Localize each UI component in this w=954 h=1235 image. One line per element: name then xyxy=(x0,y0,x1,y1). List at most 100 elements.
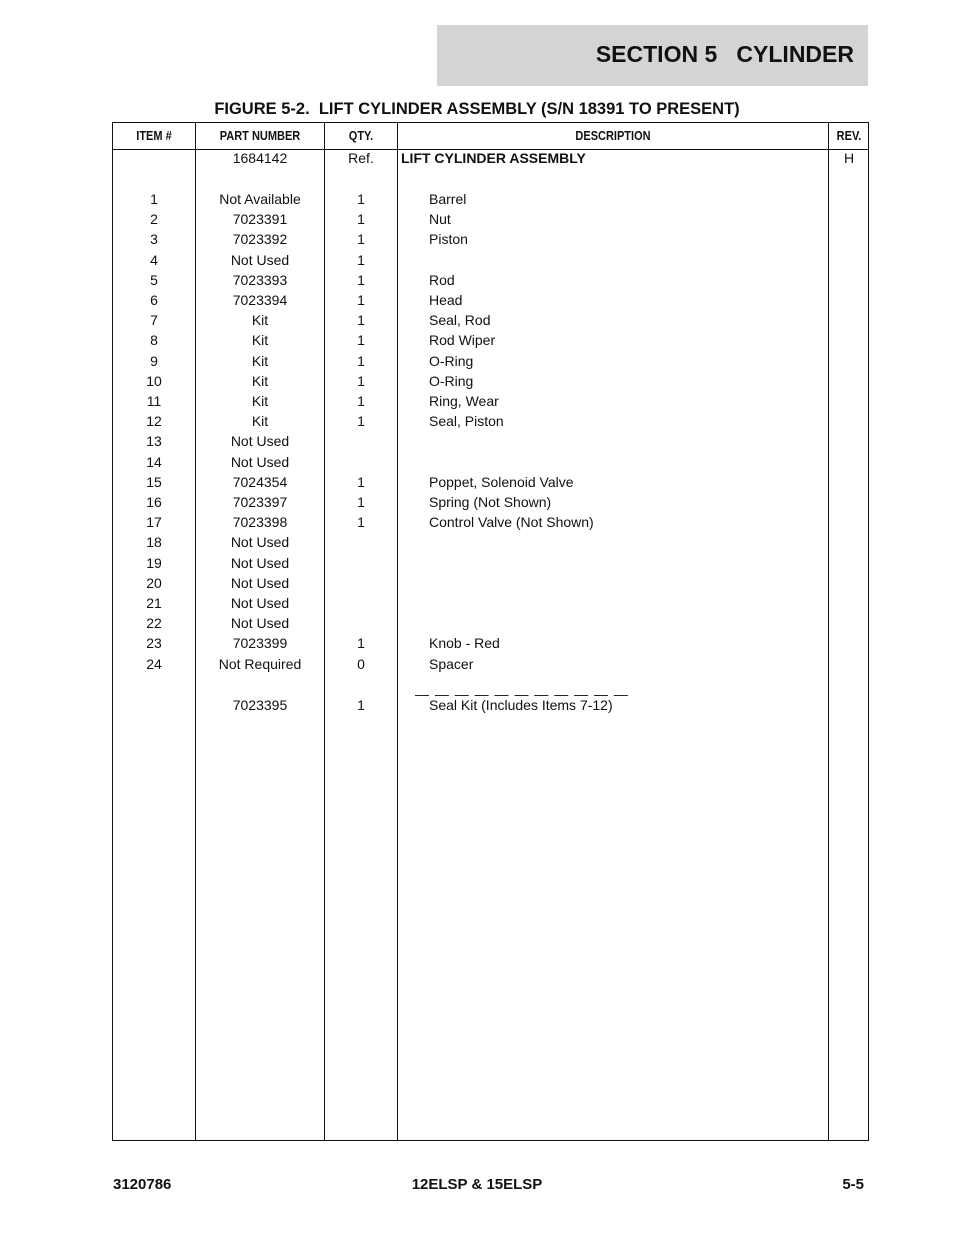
table-row: 4 Not Used 1 xyxy=(113,250,870,270)
revision: H xyxy=(843,150,855,166)
quantity: 1 xyxy=(357,211,365,228)
description: Spacer xyxy=(429,655,474,672)
quantity: 1 xyxy=(357,514,365,531)
item-number: 19 xyxy=(146,554,162,571)
description: O-Ring xyxy=(429,352,474,369)
column-header-rev: REV. xyxy=(836,129,862,143)
description: Rod xyxy=(429,271,455,288)
table-row: 18 Not Used xyxy=(113,532,870,552)
table-row: 22 Not Used xyxy=(113,613,870,633)
item-number: 7 xyxy=(150,312,158,329)
item-number: 10 xyxy=(146,372,162,389)
description: Barrel xyxy=(429,191,467,207)
quantity: 1 xyxy=(357,697,365,713)
part-number: Kit xyxy=(251,393,269,409)
model-names: 12ELSP & 15ELSP xyxy=(411,1176,543,1193)
item-number: 8 xyxy=(150,332,158,349)
description: Head xyxy=(429,292,463,308)
description: Poppet, Solenoid Valve xyxy=(429,473,574,490)
description: Knob - Red xyxy=(429,635,500,652)
table-row: 8 Kit 1 Rod Wiper xyxy=(113,330,870,350)
part-number: Not Used xyxy=(230,534,290,551)
description: Seal Kit (Includes Items 7-12) xyxy=(429,697,613,713)
quantity: 1 xyxy=(357,271,365,288)
figure-title: FIGURE 5-2. LIFT CYLINDER ASSEMBLY (S/N … xyxy=(214,100,740,118)
part-number: Not Used xyxy=(230,595,290,611)
section-banner: SECTION 5 CYLINDER xyxy=(437,25,868,86)
part-number: Kit xyxy=(251,312,269,329)
item-number: 5 xyxy=(150,271,158,288)
table-row: 13 Not Used xyxy=(113,431,870,451)
quantity: Ref. xyxy=(348,150,374,166)
part-number: Not Used xyxy=(230,554,290,571)
part-number: Not Used xyxy=(230,433,290,450)
description: Seal, Piston xyxy=(429,413,504,430)
table-row: 21 Not Used xyxy=(113,593,870,613)
part-number: 7023399 xyxy=(232,635,288,652)
quantity: 1 xyxy=(357,191,365,207)
quantity: 1 xyxy=(357,393,365,409)
table-row: 11 Kit 1 Ring, Wear xyxy=(113,391,870,411)
description: Control Valve (Not Shown) xyxy=(429,514,594,531)
quantity: 1 xyxy=(357,413,365,430)
item-number: 15 xyxy=(146,473,162,490)
table-row: 12 Kit 1 Seal, Piston xyxy=(113,411,870,431)
part-number: 7023393 xyxy=(232,271,288,288)
item-number: 22 xyxy=(146,615,162,632)
quantity: 1 xyxy=(357,352,365,369)
item-number: 6 xyxy=(150,292,158,308)
part-number: 7023395 xyxy=(232,697,288,713)
item-number: 12 xyxy=(146,413,162,430)
parts-table: ITEM # PART NUMBER QTY. DESCRIPTION REV.… xyxy=(112,122,869,1141)
item-number: 24 xyxy=(146,655,162,672)
column-header-item: ITEM # xyxy=(136,129,172,143)
description: Spring (Not Shown) xyxy=(429,494,552,510)
quantity: 1 xyxy=(357,231,365,248)
table-row: 6 7023394 1 Head xyxy=(113,290,870,310)
part-number: 7023392 xyxy=(232,231,288,248)
quantity: 1 xyxy=(357,372,365,389)
part-number: Not Used xyxy=(230,574,290,591)
quantity: 1 xyxy=(357,312,365,329)
table-row: 23 7023399 1 Knob - Red xyxy=(113,633,870,653)
part-number: 7024354 xyxy=(232,473,288,490)
page-number: 5-5 xyxy=(842,1176,864,1193)
column-header-qty: QTY. xyxy=(348,129,374,143)
description: Seal, Rod xyxy=(429,312,491,329)
item-number: 20 xyxy=(146,574,162,591)
item-number: 23 xyxy=(146,635,162,652)
column-header-part-number: PART NUMBER xyxy=(219,129,301,143)
table-row: 2 7023391 1 Nut xyxy=(113,209,870,229)
item-number: 11 xyxy=(146,393,162,409)
part-number: Kit xyxy=(251,332,269,349)
quantity: 1 xyxy=(357,292,365,308)
table-row: 19 Not Used xyxy=(113,553,870,573)
part-number: Not Available xyxy=(219,191,301,207)
quantity: 1 xyxy=(357,473,365,490)
item-number: 9 xyxy=(150,352,158,369)
part-number: Kit xyxy=(251,413,269,430)
part-number: 7023398 xyxy=(232,514,288,531)
table-row: 16 7023397 1 Spring (Not Shown) xyxy=(113,492,870,512)
item-number: 13 xyxy=(146,433,162,450)
item-number: 3 xyxy=(150,231,158,248)
table-row: 15 7024354 1 Poppet, Solenoid Valve xyxy=(113,472,870,492)
part-number: 7023397 xyxy=(232,494,288,510)
description: Nut xyxy=(429,211,451,228)
item-number: 18 xyxy=(146,534,162,551)
part-number: Kit xyxy=(251,372,269,389)
description: Ring, Wear xyxy=(429,393,499,409)
section-title: SECTION 5 CYLINDER xyxy=(595,41,854,67)
item-number: 2 xyxy=(150,211,158,228)
table-row: 14 Not Used xyxy=(113,452,870,472)
part-number: Kit xyxy=(251,352,269,369)
table-row: 20 Not Used xyxy=(113,573,870,593)
table-row: 10 Kit 1 O-Ring xyxy=(113,371,870,391)
part-number: Not Used xyxy=(230,453,290,470)
table-row: 1 Not Available 1 Barrel xyxy=(113,189,870,209)
item-number: 4 xyxy=(150,251,158,268)
description: Piston xyxy=(429,231,468,248)
part-number: Not Required xyxy=(218,655,302,672)
part-number: 1684142 xyxy=(232,150,288,166)
kit-row: 7023395 1 Seal Kit (Includes Items 7-12) xyxy=(113,695,870,715)
